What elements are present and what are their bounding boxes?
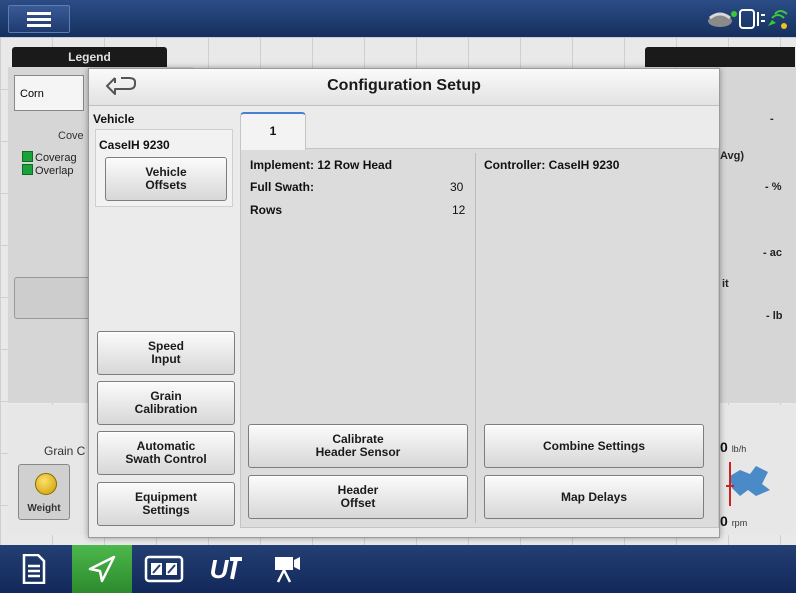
coverage-swatch [22, 151, 33, 162]
rows-value: 12 [452, 203, 466, 217]
grain-calibration-button[interactable]: Grain Calibration [97, 381, 235, 425]
vehicle-offsets-button[interactable]: Vehicle Offsets [105, 157, 227, 201]
weight-button[interactable]: Weight [18, 464, 70, 520]
back-arrow-icon[interactable] [103, 74, 143, 100]
combine-settings-button[interactable]: Combine Settings [484, 424, 704, 468]
right-value: - lb [766, 310, 783, 322]
controller-label: Controller: CaseIH 9230 [484, 158, 620, 172]
implement-content-panel [240, 148, 719, 528]
implement-status-icon[interactable] [739, 9, 765, 29]
speed-input-button[interactable]: Speed Input [97, 331, 235, 375]
right-value: - ac [763, 247, 782, 259]
configuration-setup-dialog: Configuration Setup Vehicle CaseIH 9230 … [88, 68, 720, 538]
video-camera-icon[interactable] [258, 545, 318, 593]
top-status-area [640, 4, 790, 32]
map-navigation-icon[interactable] [72, 545, 132, 593]
right-label: Avg) [720, 150, 745, 162]
weight-icon [35, 473, 57, 495]
vehicle-name: CaseIH 9230 [99, 138, 170, 152]
split-screen-icon[interactable] [134, 545, 194, 593]
overlap-legend-item: Overlap [22, 164, 74, 177]
header-offset-button[interactable]: Header Offset [248, 475, 468, 519]
bottom-bar: U [0, 545, 796, 593]
tab-1[interactable]: 1 [240, 112, 306, 150]
flow-readout: 0 lb/h [720, 439, 747, 455]
dialog-title: Configuration Setup [327, 77, 481, 94]
satellite-signal-icon[interactable] [768, 10, 788, 29]
coverage-legend-item: Coverag [22, 151, 77, 164]
full-swath-value: 30 [450, 180, 464, 194]
implement-label: Implement: 12 Row Head [250, 158, 393, 172]
calibrate-header-sensor-button[interactable]: Calibrate Header Sensor [248, 424, 468, 468]
weight-button-label: Weight [27, 503, 61, 514]
ut-virtual-terminal-icon[interactable]: U [196, 545, 256, 593]
legend-tab[interactable]: Legend [12, 47, 167, 67]
vehicle-section-label: Vehicle [93, 112, 135, 126]
coverage-title: Cove [58, 130, 84, 142]
top-bar [0, 0, 796, 38]
hamburger-icon[interactable] [8, 5, 70, 33]
combine-flow-icon [726, 462, 770, 506]
equipment-settings-button[interactable]: Equipment Settings [97, 482, 235, 526]
dialog-header: Configuration Setup [89, 69, 719, 106]
column-divider [475, 153, 476, 523]
gps-antenna-icon[interactable] [708, 11, 737, 27]
automatic-swath-control-button[interactable]: Automatic Swath Control [97, 431, 235, 475]
right-value: - [770, 113, 774, 125]
right-value: - % [765, 181, 782, 193]
crop-selector[interactable]: Corn [14, 75, 84, 111]
grain-label: Grain C [44, 444, 86, 458]
map-delays-button[interactable]: Map Delays [484, 475, 704, 519]
right-panel [715, 67, 796, 403]
right-panel-header [645, 47, 795, 67]
rpm-readout: 0 rpm [720, 513, 748, 529]
document-icon[interactable] [4, 545, 64, 593]
right-label: it [722, 278, 729, 290]
background-left-button[interactable] [14, 277, 96, 319]
full-swath-label: Full Swath: [250, 180, 314, 194]
overlap-swatch [22, 164, 33, 175]
rows-label: Rows [250, 203, 283, 217]
